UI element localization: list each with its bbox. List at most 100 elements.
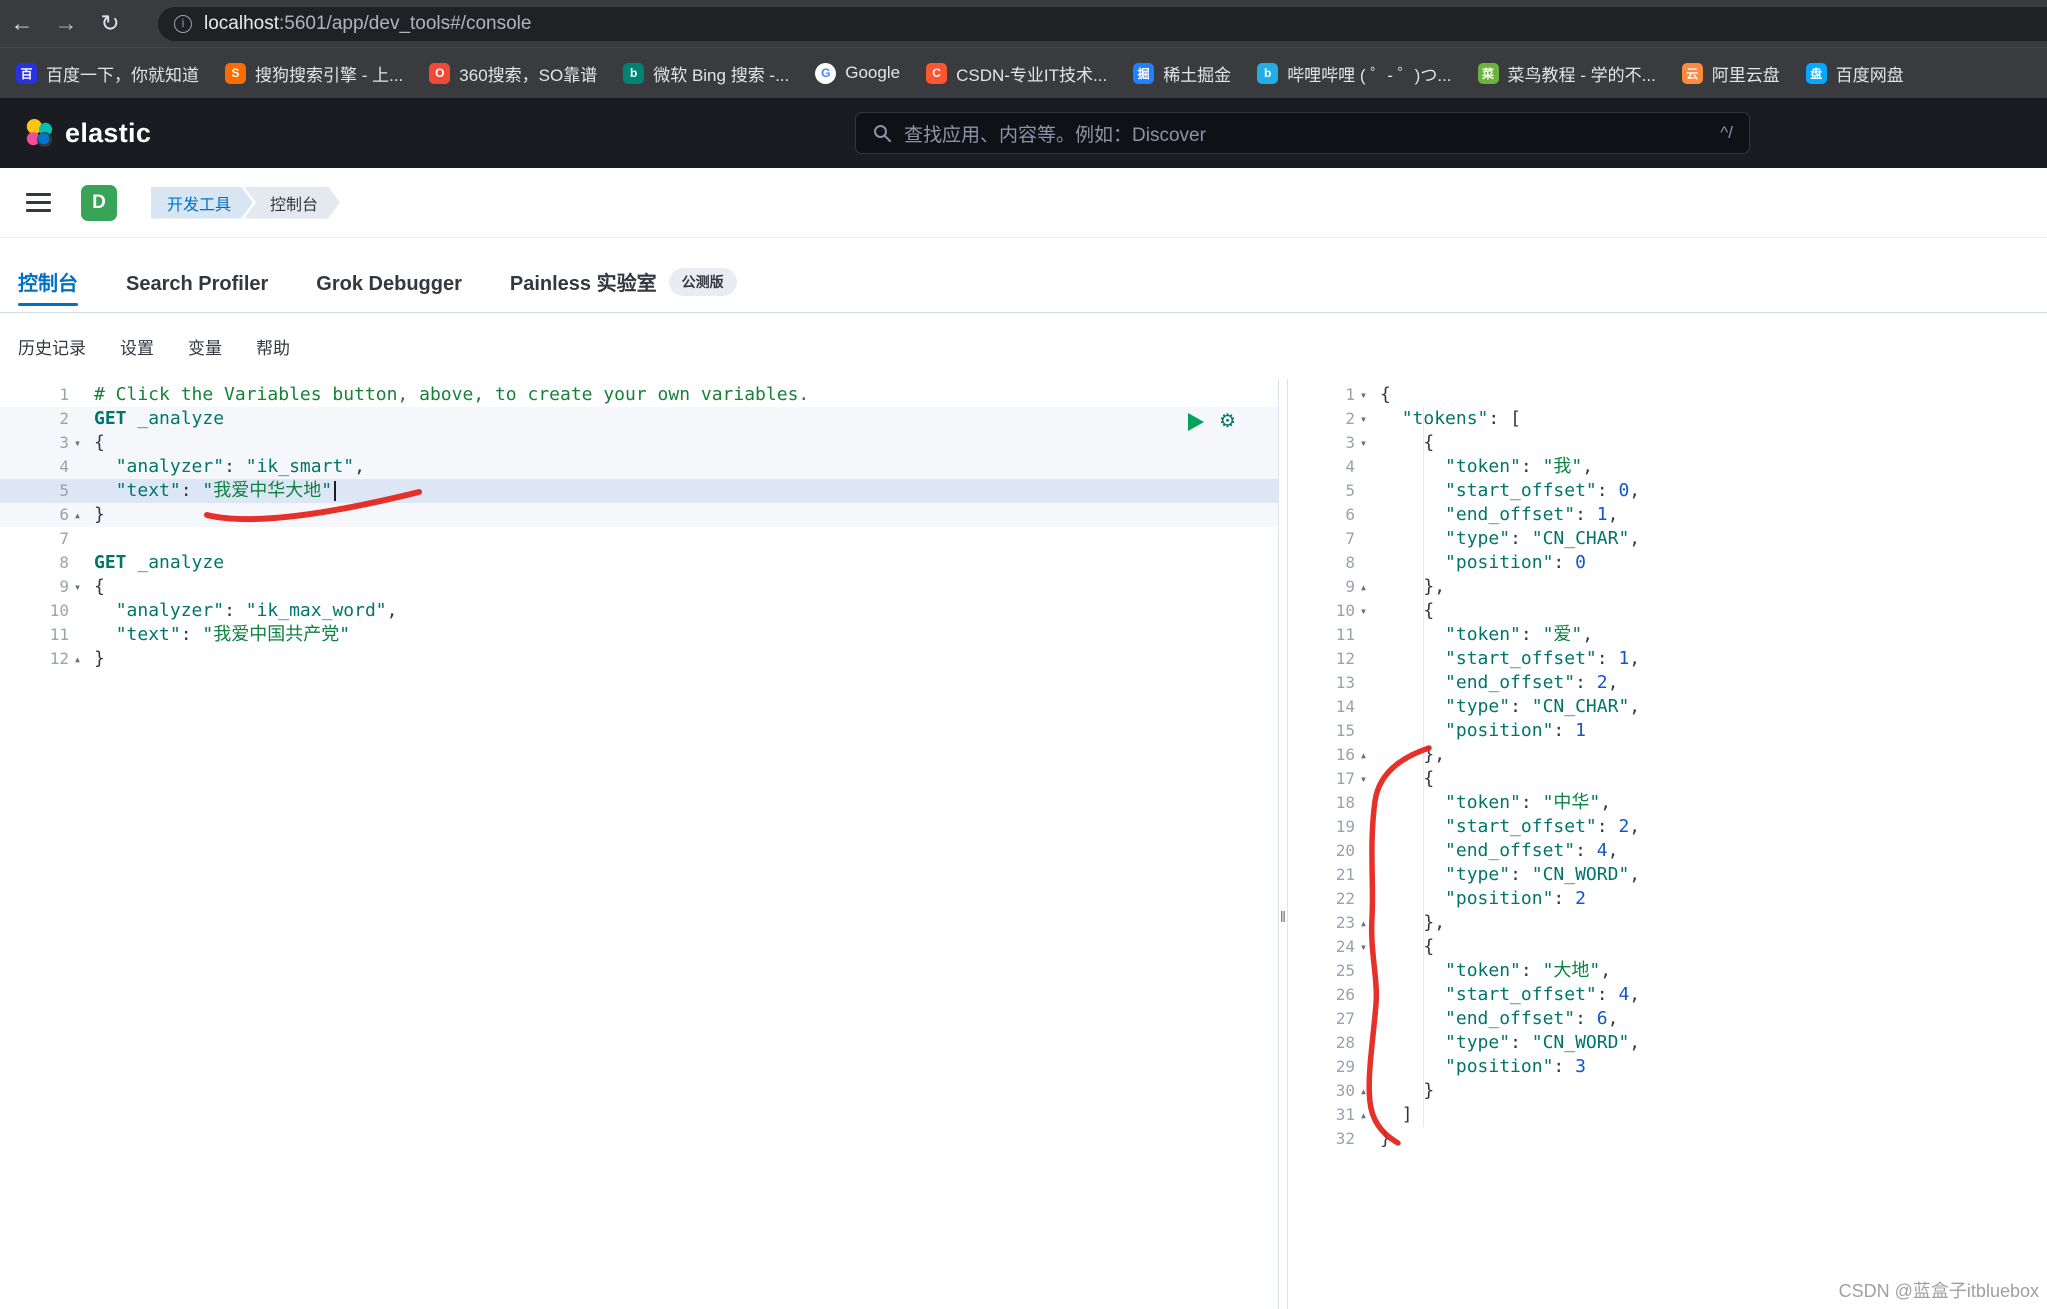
code-line-12[interactable]: 12 "start_offset": 1, [1288, 647, 2047, 671]
code-line-10[interactable]: 10 "analyzer": "ik_max_word", [0, 599, 1278, 623]
code-line-1[interactable]: 1# Click the Variables button, above, to… [0, 383, 1278, 407]
code-line-14[interactable]: 14 "type": "CN_CHAR", [1288, 695, 2047, 719]
bookmark-item[interactable]: 盘百度网盘 [1806, 61, 1904, 86]
code-line-25[interactable]: 25 "token": "大地", [1288, 959, 2047, 983]
code-line-16[interactable]: 16▴ }, [1288, 743, 2047, 767]
code-line-1[interactable]: 1▾{ [1288, 383, 2047, 407]
fold-down-icon[interactable]: ▾ [69, 431, 86, 455]
fold-down-icon[interactable]: ▾ [1355, 383, 1372, 407]
code-line-11[interactable]: 11 "text": "我爱中国共产党" [0, 623, 1278, 647]
code-text: # Click the Variables button, above, to … [86, 383, 809, 407]
code-line-26[interactable]: 26 "start_offset": 4, [1288, 983, 2047, 1007]
code-line-13[interactable]: 13 "end_offset": 2, [1288, 671, 2047, 695]
code-line-9[interactable]: 9▴ }, [1288, 575, 2047, 599]
code-line-15[interactable]: 15 "position": 1 [1288, 719, 2047, 743]
code-line-32[interactable]: 32} [1288, 1127, 2047, 1151]
tab-grok-debugger[interactable]: Grok Debugger [316, 273, 462, 312]
code-line-10[interactable]: 10▾ { [1288, 599, 2047, 623]
url-bar[interactable]: i localhost:5601/app/dev_tools#/console [158, 7, 2047, 41]
request-editor-panel[interactable]: 1# Click the Variables button, above, to… [0, 379, 1278, 1309]
menu-icon[interactable] [26, 193, 51, 212]
bookmark-item[interactable]: 掘稀土掘金 [1133, 61, 1231, 86]
code-line-21[interactable]: 21 "type": "CN_WORD", [1288, 863, 2047, 887]
code-line-3[interactable]: 3▾{ [0, 431, 1278, 455]
bookmark-item[interactable]: b哔哩哔哩 ( ゜- ゜)つ... [1257, 61, 1451, 86]
bookmark-favicon: b [1257, 63, 1278, 84]
code-line-19[interactable]: 19 "start_offset": 2, [1288, 815, 2047, 839]
code-line-7[interactable]: 7 "type": "CN_CHAR", [1288, 527, 2047, 551]
bookmark-item[interactable]: CCSDN-专业IT技术... [926, 61, 1107, 86]
code-line-29[interactable]: 29 "position": 3 [1288, 1055, 2047, 1079]
code-line-17[interactable]: 17▾ { [1288, 767, 2047, 791]
toolbar-history[interactable]: 历史记录 [18, 334, 86, 359]
code-line-28[interactable]: 28 "type": "CN_WORD", [1288, 1031, 2047, 1055]
space-avatar[interactable]: D [81, 185, 117, 221]
fold-up-icon[interactable]: ▴ [1355, 1103, 1372, 1127]
code-line-12[interactable]: 12▴} [0, 647, 1278, 671]
code-line-5[interactable]: 5 "text": "我爱中华大地" [0, 479, 1278, 503]
wrench-icon[interactable]: ⚙ [1219, 410, 1236, 433]
code-line-3[interactable]: 3▾ { [1288, 431, 2047, 455]
code-line-2[interactable]: 2▾ "tokens": [ [1288, 407, 2047, 431]
code-line-30[interactable]: 30▴ } [1288, 1079, 2047, 1103]
code-line-4[interactable]: 4 "analyzer": "ik_smart", [0, 455, 1278, 479]
fold-down-icon[interactable]: ▾ [69, 575, 86, 599]
code-line-24[interactable]: 24▾ { [1288, 935, 2047, 959]
global-search-input[interactable]: 查找应用、内容等。例如：Discover ^/ [855, 112, 1750, 154]
code-text: } [86, 503, 105, 527]
toolbar-variables[interactable]: 变量 [188, 334, 222, 359]
elastic-logo[interactable]: elastic [24, 118, 151, 149]
panel-splitter[interactable]: ‖ [1278, 379, 1288, 1309]
fold-down-icon[interactable]: ▾ [1355, 767, 1372, 791]
breadcrumb-console[interactable]: 控制台 [244, 187, 340, 219]
breadcrumb-dev-tools[interactable]: 开发工具 [151, 187, 253, 219]
response-output-panel[interactable]: 1▾{2▾ "tokens": [3▾ {4 "token": "我",5 "s… [1288, 379, 2047, 1309]
code-line-23[interactable]: 23▴ }, [1288, 911, 2047, 935]
reload-icon[interactable]: ↻ [88, 10, 132, 37]
request-editor[interactable]: 1# Click the Variables button, above, to… [0, 379, 1278, 671]
fold-down-icon[interactable]: ▾ [1355, 599, 1372, 623]
code-line-9[interactable]: 9▾{ [0, 575, 1278, 599]
fold-up-icon[interactable]: ▴ [1355, 575, 1372, 599]
code-text: "token": "我", [1372, 455, 1593, 479]
bookmark-item[interactable]: O360搜索，SO靠谱 [429, 61, 597, 86]
code-line-6[interactable]: 6▴} [0, 503, 1278, 527]
fold-up-icon[interactable]: ▴ [1355, 1079, 1372, 1103]
back-icon[interactable]: ← [0, 10, 44, 37]
code-line-31[interactable]: 31▴ ] [1288, 1103, 2047, 1127]
code-line-7[interactable]: 7 [0, 527, 1278, 551]
bookmark-item[interactable]: 菜菜鸟教程 - 学的不... [1478, 61, 1656, 86]
fold-down-icon[interactable]: ▾ [1355, 407, 1372, 431]
code-line-2[interactable]: 2GET _analyze [0, 407, 1278, 431]
code-line-8[interactable]: 8GET _analyze [0, 551, 1278, 575]
fold-up-icon[interactable]: ▴ [1355, 743, 1372, 767]
code-line-18[interactable]: 18 "token": "中华", [1288, 791, 2047, 815]
bookmark-item[interactable]: GGoogle [815, 63, 900, 84]
tab-search-profiler[interactable]: Search Profiler [126, 273, 268, 312]
bookmark-item[interactable]: b微软 Bing 搜索 -... [623, 61, 789, 86]
bookmark-item[interactable]: 云阿里云盘 [1682, 61, 1780, 86]
fold-up-icon[interactable]: ▴ [1355, 911, 1372, 935]
bookmark-item[interactable]: S搜狗搜索引擎 - 上... [225, 61, 403, 86]
code-line-27[interactable]: 27 "end_offset": 6, [1288, 1007, 2047, 1031]
tab-painless-lab[interactable]: Painless 实验室 公测版 [510, 267, 737, 312]
toolbar-help[interactable]: 帮助 [256, 334, 290, 359]
fold-down-icon[interactable]: ▾ [1355, 431, 1372, 455]
fold-up-icon[interactable]: ▴ [69, 647, 86, 671]
code-line-6[interactable]: 6 "end_offset": 1, [1288, 503, 2047, 527]
tab-console[interactable]: 控制台 [18, 267, 78, 312]
code-line-5[interactable]: 5 "start_offset": 0, [1288, 479, 2047, 503]
toolbar-settings[interactable]: 设置 [120, 334, 154, 359]
fold-down-icon[interactable]: ▾ [1355, 935, 1372, 959]
bookmark-item[interactable]: 百百度一下，你就知道 [16, 61, 199, 86]
forward-icon[interactable]: → [44, 10, 88, 37]
response-output[interactable]: 1▾{2▾ "tokens": [3▾ {4 "token": "我",5 "s… [1288, 379, 2047, 1151]
site-info-icon[interactable]: i [174, 15, 192, 33]
code-line-4[interactable]: 4 "token": "我", [1288, 455, 2047, 479]
code-line-22[interactable]: 22 "position": 2 [1288, 887, 2047, 911]
code-line-8[interactable]: 8 "position": 0 [1288, 551, 2047, 575]
send-request-button[interactable] [1188, 413, 1204, 431]
code-line-11[interactable]: 11 "token": "爱", [1288, 623, 2047, 647]
code-line-20[interactable]: 20 "end_offset": 4, [1288, 839, 2047, 863]
fold-up-icon[interactable]: ▴ [69, 503, 86, 527]
